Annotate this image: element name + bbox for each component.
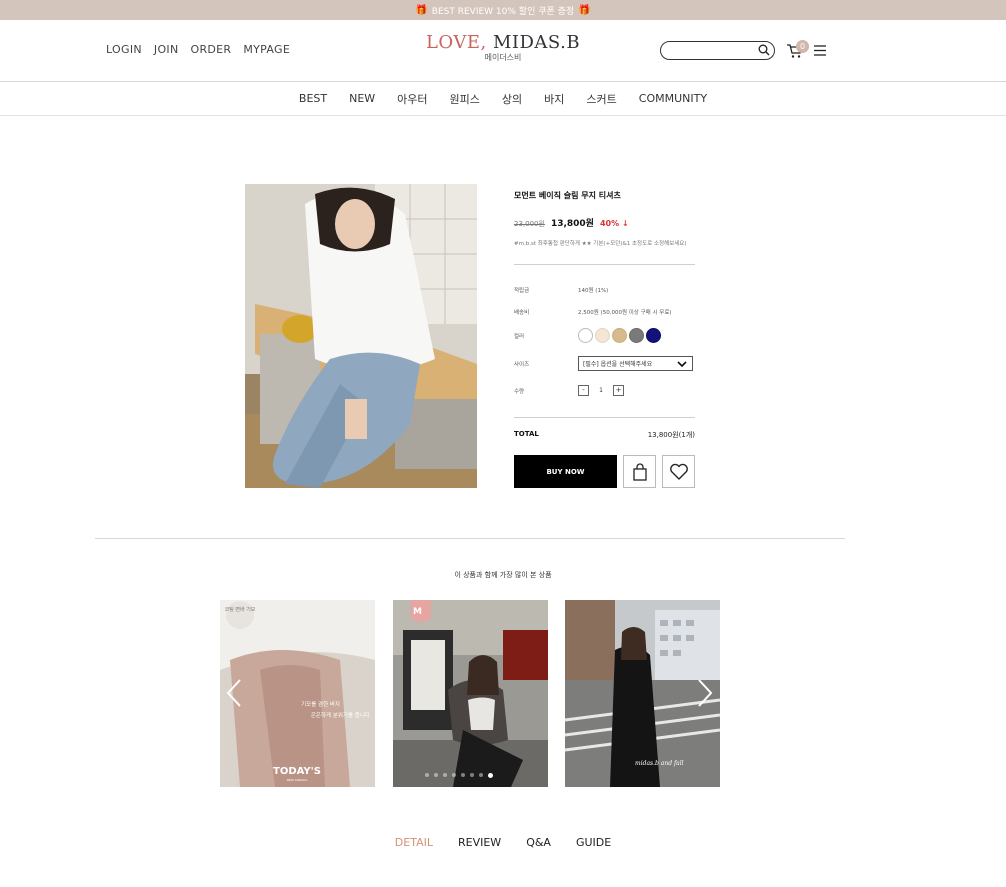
quantity-label: 수량 (514, 388, 525, 395)
points-value: 140원 (1%) (578, 288, 609, 294)
nav-item-community[interactable]: COMMUNITY (639, 92, 707, 105)
section-divider (95, 538, 845, 539)
carousel-dot[interactable] (434, 773, 438, 777)
shipping-row: 배송비 2,500원 (50,000원 이상 구매 시 무료) (514, 308, 672, 316)
tab-guide[interactable]: GUIDE (576, 836, 611, 849)
color-swatch-white[interactable] (578, 328, 593, 343)
product-info-panel: 모먼트 베이직 슬림 무지 티셔츠 23,000원 13,800원 40% ↓ … (514, 190, 695, 488)
original-price: 23,000원 (514, 220, 545, 228)
detail-tabs: DETAIL REVIEW Q&A GUIDE (0, 836, 1006, 849)
color-swatch-beige[interactable] (612, 328, 627, 343)
quantity-row: 수량 - 1 + (514, 385, 624, 396)
down-arrow-icon: ↓ (621, 219, 629, 228)
nav-item-skirt[interactable]: 스커트 (586, 91, 616, 107)
nav-item-outer[interactable]: 아우터 (397, 91, 427, 107)
promo-text: BEST REVIEW 10% 할인 쿠폰 증정 (431, 6, 575, 17)
product-description: #m.b.st 최후통첩 판단하게 ★★ 기본(+모던)&1 초정도로 소정해보… (514, 241, 687, 247)
cart-count-badge: 0 (796, 40, 809, 53)
carousel-dot[interactable] (443, 773, 447, 777)
add-to-cart-button[interactable] (623, 455, 656, 488)
shopping-bag-icon (632, 462, 647, 481)
shipping-value: 2,500원 (50,000원 이상 구매 시 무료) (578, 310, 672, 316)
category-nav: BEST NEW 아우터 원피스 상의 바지 스커트 COMMUNITY (0, 82, 1006, 116)
gift-icon: 🎁 (578, 4, 591, 16)
color-label: 컬러 (514, 333, 525, 340)
logo-brand: MIDAS.B (492, 32, 581, 53)
product-main-image[interactable] (245, 184, 477, 488)
gift-icon: 🎁 (415, 4, 428, 16)
carousel-prev-arrow-icon[interactable] (226, 678, 242, 708)
search-input[interactable] (667, 46, 759, 63)
discount-rate: 40% ↓ (600, 219, 629, 228)
quantity-value[interactable]: 1 (589, 387, 613, 394)
total-value: 13,800원(1개) (647, 431, 695, 439)
related-product-2-image[interactable]: M (393, 600, 548, 787)
color-row: 컬러 (514, 328, 663, 343)
logo-love: LOVE, (425, 32, 487, 53)
logo-subtitle: 메이더스비 (484, 53, 522, 62)
card1-caption-1: 기모를 겸한 바지 (301, 700, 340, 708)
card1-caption-2: 은은하게 분위기를 줍니다 (311, 711, 370, 719)
buy-now-button[interactable]: BUY NOW (514, 455, 617, 488)
wishlist-button[interactable] (662, 455, 695, 488)
discount-value: 40% (599, 219, 620, 228)
divider (514, 264, 695, 265)
site-logo[interactable]: LOVE, MIDAS.B 메이더스비 (0, 32, 1006, 63)
nav-item-top[interactable]: 상의 (502, 91, 522, 107)
tab-qna[interactable]: Q&A (526, 836, 551, 849)
carousel-dot[interactable] (425, 773, 429, 777)
total-label: TOTAL (514, 430, 539, 438)
top-promo-banner[interactable]: 🎁 BEST REVIEW 10% 할인 쿠폰 증정 🎁 (0, 0, 1006, 20)
site-header: LOGIN JOIN ORDER MYPAGE LOVE, MIDAS.B 메이… (0, 20, 1006, 82)
size-label: 사이즈 (514, 361, 530, 368)
price-row: 23,000원 13,800원 40% ↓ (514, 216, 695, 229)
quantity-minus-button[interactable]: - (578, 385, 589, 396)
card1-badge: 코팅 면바 기모 (225, 606, 256, 613)
total-row: TOTAL 13,800원(1개) (514, 430, 695, 440)
points-label: 적립금 (514, 288, 530, 294)
carousel-next-arrow-icon[interactable] (697, 678, 713, 708)
related-product-1-image[interactable]: 코팅 면바 기모 기모를 겸한 바지 은은하게 분위기를 줍니다 TODAY'S… (220, 600, 375, 787)
tab-review[interactable]: REVIEW (458, 836, 501, 849)
chevron-down-icon (677, 360, 687, 367)
nav-item-best[interactable]: BEST (299, 92, 327, 105)
size-select-value: [필수] 옵션을 선택해주세요 (583, 361, 653, 368)
purchase-actions: BUY NOW (514, 455, 695, 488)
carousel-dot[interactable] (479, 773, 483, 777)
card1-footer-sub: NEW ARRIVAL (287, 778, 308, 782)
color-swatch-cream[interactable] (595, 328, 610, 343)
color-swatch-gray[interactable] (629, 328, 644, 343)
nav-item-new[interactable]: NEW (349, 92, 375, 105)
heart-icon (669, 463, 688, 480)
card3-watermark: midas.b and fall (635, 760, 684, 767)
tab-detail[interactable]: DETAIL (395, 836, 433, 849)
size-select[interactable]: [필수] 옵션을 선택해주세요 (578, 356, 693, 371)
shipping-label: 배송비 (514, 310, 530, 316)
card1-footer: TODAY'S (273, 766, 321, 777)
search-box (660, 41, 775, 63)
card2-badge: M (413, 607, 422, 617)
carousel-dot[interactable] (461, 773, 465, 777)
carousel-dot[interactable] (452, 773, 456, 777)
hamburger-menu-icon[interactable] (814, 45, 826, 56)
product-name: 모먼트 베이직 슬림 무지 티셔츠 (514, 191, 621, 200)
nav-item-pants[interactable]: 바지 (544, 91, 564, 107)
sale-price: 13,800원 (550, 219, 594, 229)
color-swatch-navy[interactable] (646, 328, 661, 343)
size-row: 사이즈 [필수] 옵션을 선택해주세요 (514, 356, 693, 371)
carousel-dots (425, 773, 493, 778)
search-icon[interactable] (758, 44, 770, 56)
divider (514, 417, 695, 418)
points-row: 적립금 140원 (1%) (514, 286, 608, 294)
carousel-dot-active[interactable] (488, 773, 493, 778)
carousel-dot[interactable] (470, 773, 474, 777)
quantity-plus-button[interactable]: + (613, 385, 624, 396)
nav-item-onepiece[interactable]: 원피스 (450, 91, 480, 107)
related-section-title: 이 상품과 함께 가장 많이 본 상품 (454, 571, 552, 579)
